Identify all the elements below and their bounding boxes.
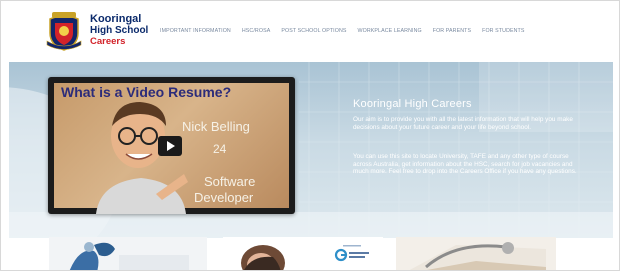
school-crest-icon	[46, 12, 82, 51]
logo-text: Kooringal High School Careers	[90, 13, 149, 48]
page-frame: Kooringal High School Careers IMPORTANT …	[0, 0, 620, 271]
nav-item-for-students[interactable]: FOR STUDENTS	[482, 28, 524, 34]
nav-item-hsc-rosa[interactable]: HSC/ROSA	[242, 28, 270, 34]
site-header: Kooringal High School Careers IMPORTANT …	[1, 1, 619, 59]
feature-card-3[interactable]	[396, 237, 556, 270]
video-age-caption: 24	[213, 142, 227, 156]
card-1-image	[49, 237, 207, 270]
nav-item-workplace-learning[interactable]: WORKPLACE LEARNING	[358, 28, 422, 34]
main-nav: IMPORTANT INFORMATION HSC/ROSA POST SCHO…	[160, 28, 536, 34]
nav-item-for-parents[interactable]: FOR PARENTS	[433, 28, 471, 34]
video-name-caption: Nick Belling	[182, 119, 250, 134]
hero-paragraph-1: Our aim is to provide you with all the l…	[353, 116, 573, 131]
nav-item-post-school-options[interactable]: POST SCHOOL OPTIONS	[281, 28, 346, 34]
hero-paragraph-2: You can use this site to locate Universi…	[353, 153, 577, 176]
feature-card-1[interactable]	[49, 237, 207, 270]
play-icon[interactable]	[158, 136, 182, 156]
card-3-image	[396, 237, 556, 270]
video-role-caption-line-1: Software	[204, 174, 256, 189]
logo-line-1: Kooringal	[90, 13, 142, 25]
nav-item-important-information[interactable]: IMPORTANT INFORMATION	[160, 28, 231, 34]
site-logo[interactable]: Kooringal High School Careers	[46, 11, 156, 53]
video-role-caption-line-2: Developer	[194, 190, 254, 205]
hero-title: Kooringal High Careers	[353, 98, 472, 110]
card-2-badge-logo	[333, 244, 377, 262]
logo-line-2: High School	[90, 25, 149, 36]
logo-line-3: Careers	[90, 36, 126, 47]
feature-card-2[interactable]	[223, 237, 383, 270]
partner-logo-icon	[334, 245, 369, 262]
